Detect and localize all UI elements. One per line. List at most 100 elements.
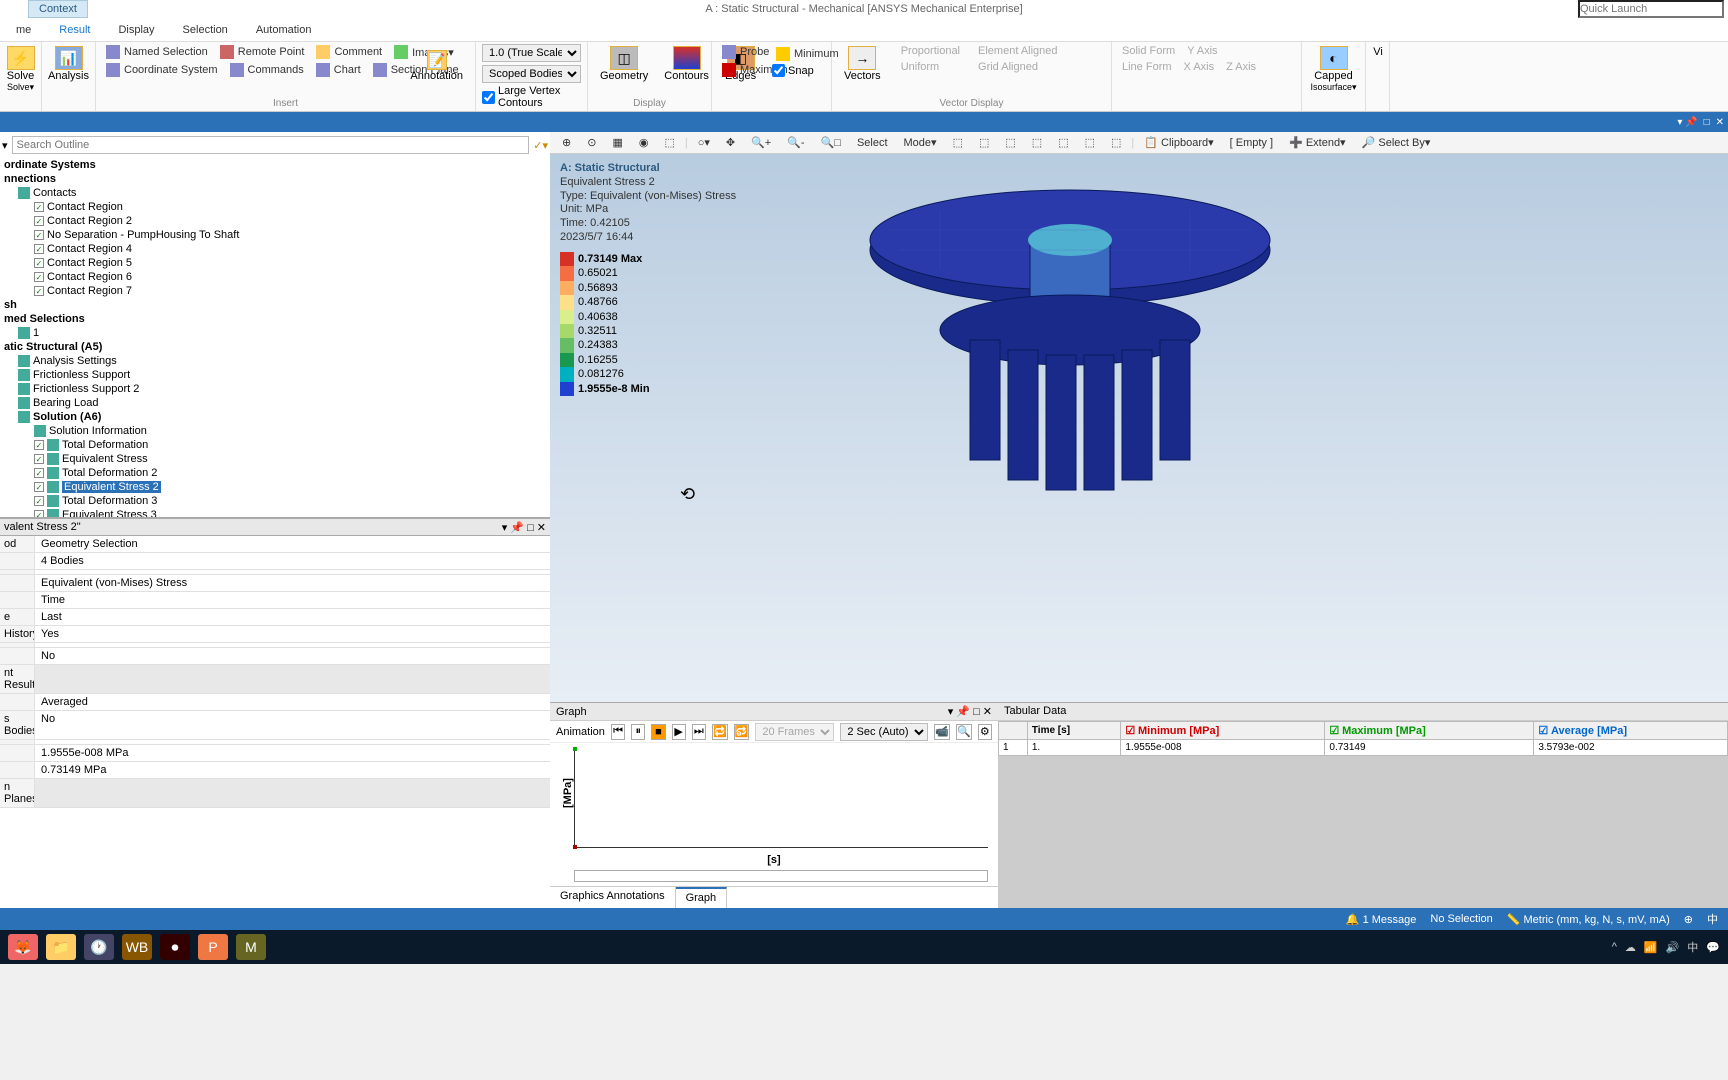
tab-result[interactable]: Result	[45, 20, 104, 40]
tree-node[interactable]: Solution (A6)	[0, 410, 550, 424]
mode-dropdown[interactable]: Mode▾	[898, 134, 943, 151]
view4-icon[interactable]: ⬚	[1026, 134, 1048, 151]
outline-search-input[interactable]	[12, 136, 530, 154]
anim-stop-icon[interactable]: ■	[651, 724, 665, 740]
tree-node[interactable]: 1	[0, 326, 550, 340]
tree-node[interactable]: ✓No Separation - PumpHousing To Shaft	[0, 228, 550, 242]
messages-indicator[interactable]: 🔔 1 Message	[1346, 913, 1417, 926]
proportional-button[interactable]: Proportional	[897, 44, 964, 58]
3d-viewport[interactable]: A: Static Structural Equivalent Stress 2…	[550, 154, 1728, 702]
details-grid[interactable]: odGeometry Selection4 BodiesEquivalent (…	[0, 536, 550, 908]
xaxis-button[interactable]: X Axis	[1180, 60, 1219, 74]
empty-clipboard[interactable]: [ Empty ]	[1224, 135, 1279, 151]
large-vertex-check[interactable]: Large Vertex Contours	[482, 85, 581, 109]
capped-iso-button[interactable]: ◐CappedIsosurface▾	[1308, 44, 1359, 95]
time-slider[interactable]	[574, 870, 988, 882]
circle-select-icon[interactable]: ○▾	[692, 134, 716, 151]
table-row[interactable]: 1 1. 1.9555e-008 0.73149 3.5793e-002	[999, 740, 1728, 756]
details-row[interactable]: s BodiesNo	[0, 711, 550, 740]
details-row[interactable]: HistoryYes	[0, 626, 550, 643]
anim-last-icon[interactable]: ⏭	[692, 724, 706, 740]
element-aligned-button[interactable]: Element Aligned	[974, 44, 1062, 58]
status-lang[interactable]: 中	[1707, 911, 1718, 927]
tree-node[interactable]: ✓Equivalent Stress	[0, 452, 550, 466]
tree-node[interactable]: Solution Information	[0, 424, 550, 438]
named-selection-button[interactable]: Named Selection	[102, 44, 212, 60]
vi-button[interactable]: Vi	[1372, 44, 1384, 60]
tree-node[interactable]: Contacts	[0, 186, 550, 200]
outline-tree[interactable]: ordinate SystemsnnectionsContacts✓Contac…	[0, 158, 550, 518]
view7-icon[interactable]: ⬚	[1105, 134, 1127, 151]
chart-button[interactable]: Chart	[312, 62, 365, 78]
tree-node[interactable]: ✓Contact Region 4	[0, 242, 550, 256]
grid-aligned-button[interactable]: Grid Aligned	[974, 60, 1062, 74]
close-icon[interactable]: ✕	[1716, 117, 1724, 128]
maximize-icon[interactable]: □	[1704, 117, 1710, 128]
tree-node[interactable]: Bearing Load	[0, 396, 550, 410]
remote-point-button[interactable]: Remote Point	[216, 44, 309, 60]
col-avg[interactable]: ☑ Average [MPa]	[1534, 722, 1728, 740]
tray-volume-icon[interactable]: 🔊	[1666, 941, 1680, 954]
zoom-fit-icon[interactable]: ⊙	[581, 134, 602, 151]
tray-cloud-icon[interactable]: ☁	[1625, 941, 1636, 954]
scale-select[interactable]: 1.0 (True Scale)	[482, 44, 581, 62]
zoom-reset-icon[interactable]: ⊕	[556, 134, 577, 151]
tree-node[interactable]: Frictionless Support 2	[0, 382, 550, 396]
col-time[interactable]: Time [s]	[1027, 722, 1121, 740]
line-form-button[interactable]: Line Form	[1118, 60, 1176, 74]
zoom-in-icon[interactable]: 🔍+	[745, 134, 777, 151]
anim-pause-icon[interactable]: ⏸	[631, 724, 645, 740]
select-button[interactable]: Select	[851, 135, 894, 151]
clock-icon[interactable]: 🕐	[84, 934, 114, 960]
system-tray[interactable]: ^ ☁ 📶 🔊 中 💬	[1612, 939, 1720, 955]
details-row[interactable]: Averaged	[0, 694, 550, 711]
quick-launch-input[interactable]	[1578, 0, 1724, 18]
tree-node[interactable]: nnections	[0, 172, 550, 186]
comment-button[interactable]: Comment	[312, 44, 386, 60]
firefox-icon[interactable]: 🦊	[8, 934, 38, 960]
anim-settings-icon[interactable]: ⚙	[978, 724, 992, 740]
explorer-icon[interactable]: 📁	[46, 934, 76, 960]
view3-icon[interactable]: ⬚	[999, 134, 1021, 151]
tree-node[interactable]: ✓Total Deformation 3	[0, 494, 550, 508]
col-max[interactable]: ☑ Maximum [MPa]	[1325, 722, 1534, 740]
tree-node[interactable]: ✓Contact Region	[0, 200, 550, 214]
view5-icon[interactable]: ⬚	[1052, 134, 1074, 151]
tree-node[interactable]: ✓Contact Region 5	[0, 256, 550, 270]
powerpoint-icon[interactable]: P	[198, 934, 228, 960]
solve-button[interactable]: ⚡SolveSolve▾	[6, 44, 35, 95]
anim-play-icon[interactable]: ▶	[672, 724, 686, 740]
anim-zoom-icon[interactable]: 🔍	[956, 724, 972, 740]
details-row[interactable]: No	[0, 648, 550, 665]
tree-node[interactable]: ✓Equivalent Stress 2	[0, 480, 550, 494]
details-row[interactable]: 0.73149 MPa	[0, 762, 550, 779]
tab-automation[interactable]: Automation	[242, 20, 326, 40]
tree-node[interactable]: Frictionless Support	[0, 368, 550, 382]
details-row[interactable]: n Planes	[0, 779, 550, 808]
details-row[interactable]: Time	[0, 592, 550, 609]
uniform-button[interactable]: Uniform	[897, 60, 964, 74]
tray-notif-icon[interactable]: 💬	[1706, 941, 1720, 954]
analysis-button[interactable]: 📊Analysis	[48, 44, 89, 84]
tree-node[interactable]: Analysis Settings	[0, 354, 550, 368]
view1-icon[interactable]: ⬚	[947, 134, 969, 151]
tab-selection[interactable]: Selection	[169, 20, 242, 40]
units-status[interactable]: 📏 Metric (mm, kg, N, s, mV, mA)	[1507, 913, 1670, 926]
annotation-button[interactable]: 📝Annotation	[404, 48, 469, 84]
tab-graph[interactable]: Graph	[676, 887, 728, 908]
tabular-grid[interactable]: Time [s] ☑ Minimum [MPa] ☑ Maximum [MPa]…	[998, 721, 1728, 756]
details-row[interactable]: odGeometry Selection	[0, 536, 550, 553]
view2-icon[interactable]: ⬚	[973, 134, 995, 151]
wireframe-icon[interactable]: ⬚	[658, 134, 680, 151]
speed-select[interactable]: 2 Sec (Auto)	[840, 723, 928, 741]
mechanical-icon[interactable]: M	[236, 934, 266, 960]
geometry-button[interactable]: ◫Geometry	[594, 44, 654, 84]
tree-node[interactable]: atic Structural (A5)	[0, 340, 550, 354]
tab-graphics-annotations[interactable]: Graphics Annotations	[550, 887, 676, 908]
tree-node[interactable]: ordinate Systems	[0, 158, 550, 172]
tree-node[interactable]: ✓Contact Region 6	[0, 270, 550, 284]
extend-dropdown[interactable]: ➕ Extend▾	[1283, 134, 1352, 151]
tree-node[interactable]: sh	[0, 298, 550, 312]
filter-dropdown-icon[interactable]: ▾	[2, 139, 8, 152]
col-index[interactable]	[999, 722, 1028, 740]
